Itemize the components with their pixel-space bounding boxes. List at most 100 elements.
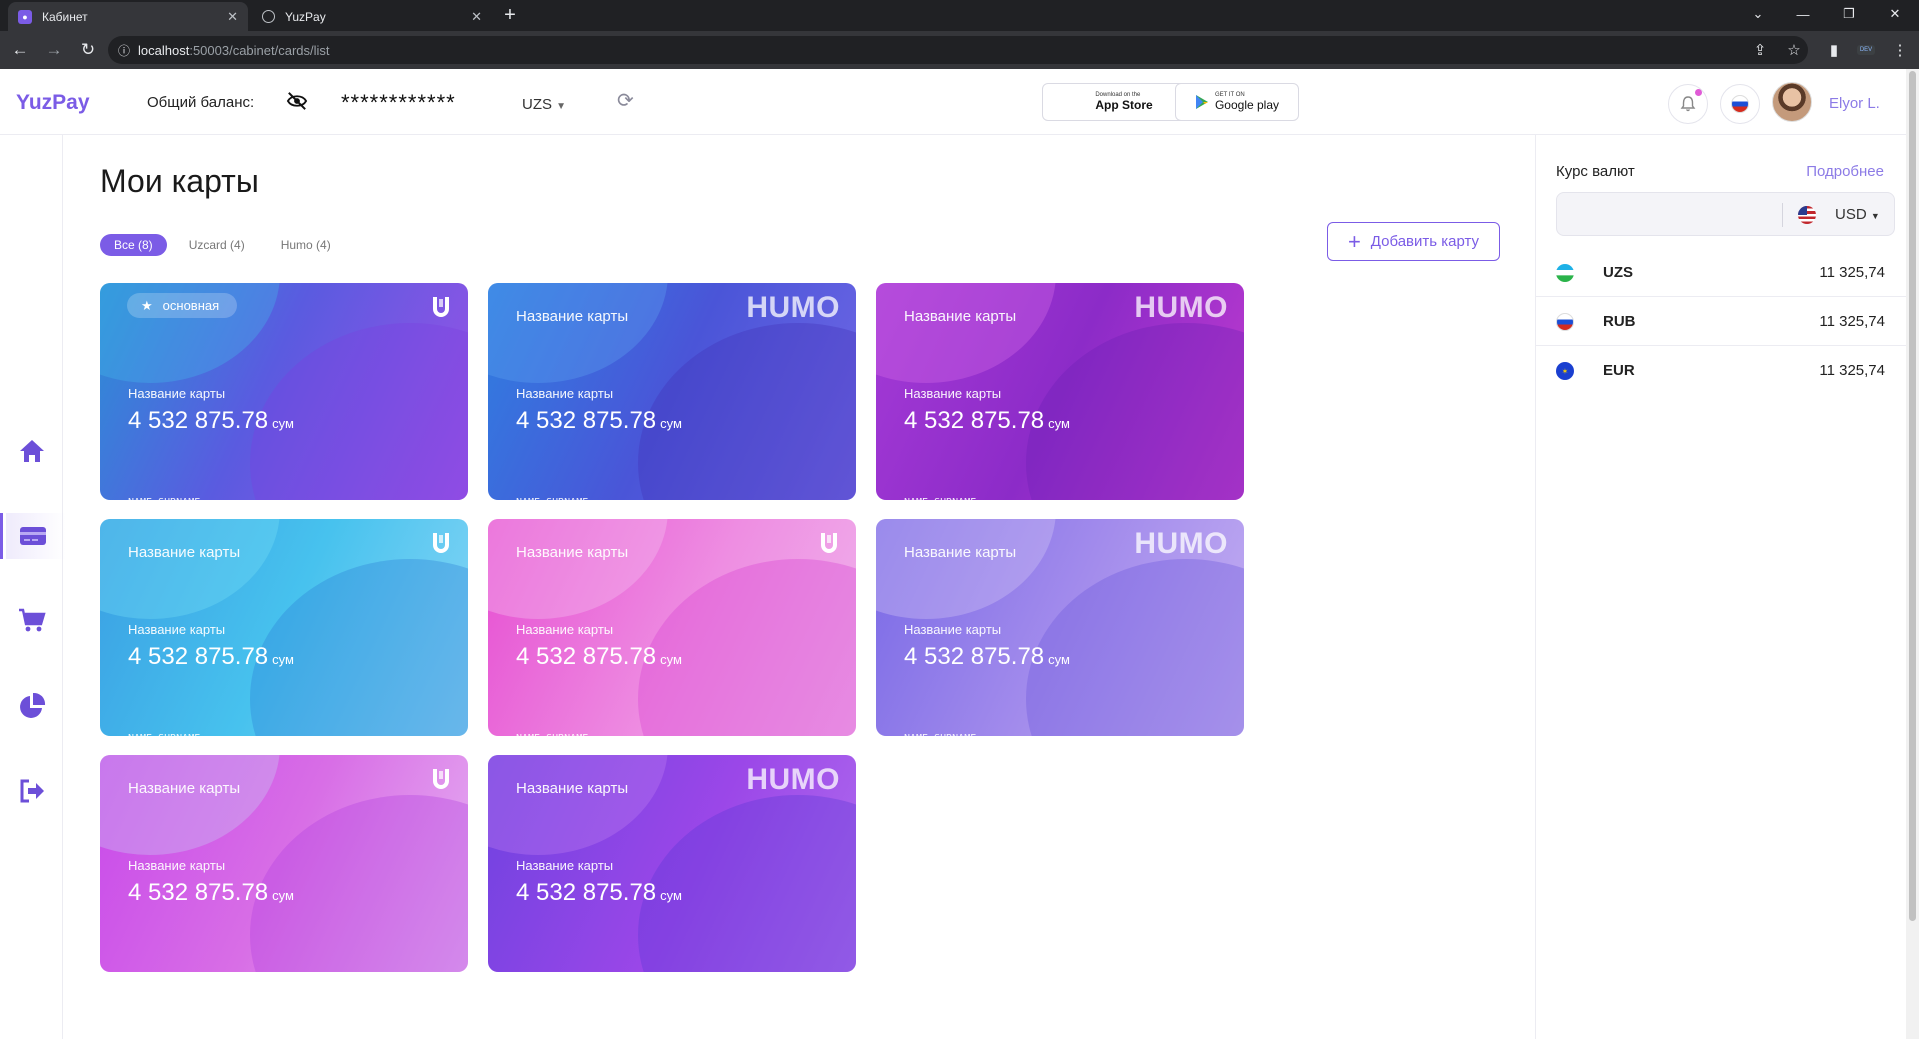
card-item[interactable]: Название карты HUMO Название карты 4 532 87… bbox=[876, 283, 1244, 500]
card-amount: 4 532 875.78 bbox=[128, 643, 269, 670]
refresh-icon[interactable]: ⟳ bbox=[617, 88, 634, 113]
filter-uzcard[interactable]: Uzcard (4) bbox=[175, 234, 259, 256]
card-icon bbox=[20, 527, 46, 545]
browser-menu-icon[interactable]: ⋮ bbox=[1886, 31, 1914, 69]
notifications-button[interactable] bbox=[1668, 84, 1708, 124]
app-store-large: App Store bbox=[1095, 98, 1153, 112]
rate-value: 11 325,74 bbox=[1819, 362, 1885, 379]
address-bar[interactable]: ⓘ localhost:50003/cabinet/cards/list bbox=[108, 36, 1808, 64]
filter-all[interactable]: Все (8) bbox=[100, 234, 167, 256]
user-name[interactable]: Elyor L. bbox=[1829, 95, 1880, 112]
card-currency: сум bbox=[1048, 416, 1070, 431]
rate-code: RUB bbox=[1603, 313, 1636, 330]
dev-profile-badge[interactable]: DEV bbox=[1852, 31, 1880, 69]
google-play-button[interactable]: GET IT ON Google play bbox=[1175, 83, 1299, 121]
card-name: Название карты bbox=[516, 544, 629, 561]
url-path: :50003/cabinet/cards/list bbox=[189, 42, 330, 58]
rates-title: Курс валют bbox=[1556, 163, 1635, 180]
tab-title: YuzPay bbox=[285, 9, 326, 24]
input-separator bbox=[1782, 203, 1783, 227]
card-item[interactable]: Название карты Название карты 4 532 875.78… bbox=[488, 519, 856, 736]
card-balance-label: Название карты bbox=[128, 386, 226, 401]
card-currency: сум bbox=[1048, 652, 1070, 667]
avatar[interactable] bbox=[1772, 82, 1812, 122]
card-currency: сум bbox=[272, 888, 294, 903]
eu-flag-icon: ✶ bbox=[1556, 362, 1574, 380]
card-amount: 4 532 875.78 bbox=[128, 407, 269, 434]
language-button[interactable] bbox=[1720, 84, 1760, 124]
card-currency: сум bbox=[660, 888, 682, 903]
close-icon[interactable]: ✕ bbox=[471, 9, 482, 25]
scrollbar-thumb[interactable] bbox=[1909, 71, 1916, 921]
card-balance: 4 532 875.78 сум bbox=[128, 879, 294, 907]
currency-dropdown[interactable]: UZS ▼ bbox=[522, 96, 566, 113]
restore-button[interactable]: ❐ bbox=[1827, 0, 1871, 28]
minimize-button[interactable]: — bbox=[1781, 0, 1825, 28]
rate-row: UZS 11 325,74 bbox=[1536, 248, 1907, 297]
browser-tab-yuzpay[interactable]: YuzPay ✕ bbox=[252, 2, 492, 31]
amount-input[interactable]: USD ▼ bbox=[1556, 192, 1895, 236]
sidebar bbox=[0, 135, 66, 1039]
tab-search-icon[interactable]: ⌄ bbox=[1736, 0, 1780, 28]
reload-icon[interactable]: ↻ bbox=[74, 36, 102, 64]
caret-down-icon: ▼ bbox=[1870, 211, 1880, 221]
uzcard-logo-icon bbox=[821, 533, 837, 553]
card-amount: 4 532 875.78 bbox=[904, 643, 1045, 670]
side-panel-icon[interactable]: ▮ bbox=[1820, 31, 1848, 69]
rate-code: EUR bbox=[1603, 362, 1635, 379]
main-content: Мои карты Все (8) Uzcard (4) Humo (4) + … bbox=[63, 135, 1534, 1039]
uzbekistan-flag-icon bbox=[1556, 264, 1574, 282]
card-item[interactable]: Название карты HUMO Название карты 4 532 87… bbox=[488, 283, 856, 500]
bookmark-star-icon[interactable]: ☆ bbox=[1780, 31, 1808, 69]
card-item[interactable]: ★ основная Название карты 4 532 875.78сум NA… bbox=[100, 283, 468, 500]
google-play-icon bbox=[1195, 95, 1208, 109]
plus-icon: + bbox=[1347, 228, 1361, 254]
card-balance: 4 532 875.78 сум bbox=[516, 643, 682, 671]
sidebar-item-cards[interactable] bbox=[0, 513, 66, 559]
card-item[interactable]: Название карты Название карты 4 532 875.78… bbox=[100, 519, 468, 736]
sidebar-item-stats[interactable] bbox=[0, 683, 63, 729]
currency-select[interactable]: USD ▼ bbox=[1835, 206, 1880, 223]
back-icon[interactable]: ← bbox=[6, 36, 34, 64]
card-name: Название карты bbox=[516, 780, 629, 797]
page-scrollbar[interactable] bbox=[1906, 69, 1919, 1039]
card-currency: сум bbox=[660, 416, 682, 431]
sidebar-item-logout[interactable] bbox=[0, 768, 63, 814]
rate-row: RUB 11 325,74 bbox=[1536, 297, 1907, 346]
card-balance: 4 532 875.78 сум bbox=[904, 407, 1070, 435]
card-item[interactable]: Название карты HUMO Название карты 4 532 87… bbox=[488, 755, 856, 972]
card-balance: 4 532 875.78 сум bbox=[128, 407, 294, 435]
card-balance: 4 532 875.78 сум bbox=[516, 879, 682, 907]
info-icon[interactable]: ⓘ bbox=[118, 42, 130, 59]
page-title: Мои карты bbox=[100, 163, 259, 199]
card-name: Название карты bbox=[904, 308, 1017, 325]
close-window-button[interactable]: ✕ bbox=[1873, 0, 1917, 28]
new-tab-button[interactable]: + bbox=[497, 2, 523, 28]
card-item[interactable]: Название карты HUMO Название карты 4 532 87… bbox=[876, 519, 1244, 736]
card-balance-label: Название карты bbox=[904, 386, 1002, 401]
app-favicon-icon: ● bbox=[18, 9, 32, 24]
forward-icon[interactable]: → bbox=[40, 36, 68, 64]
rates-more-link[interactable]: Подробнее bbox=[1806, 163, 1884, 180]
uzcard-logo-icon bbox=[433, 297, 449, 317]
add-card-button[interactable]: + Добавить карту bbox=[1327, 222, 1500, 261]
browser-chrome: ● Кабинет ✕ YuzPay ✕ + ⌄ — ❐ ✕ ← → ↻ ⓘ l… bbox=[0, 0, 1919, 69]
tab-strip: ● Кабинет ✕ YuzPay ✕ + ⌄ — ❐ ✕ bbox=[0, 0, 1919, 31]
logout-icon bbox=[20, 779, 44, 803]
filter-humo[interactable]: Humo (4) bbox=[267, 234, 345, 256]
rate-value: 11 325,74 bbox=[1819, 264, 1885, 281]
share-icon[interactable]: ⇪ bbox=[1746, 31, 1774, 69]
sidebar-item-home[interactable] bbox=[0, 428, 63, 474]
balance-label: Общий баланс: bbox=[147, 94, 255, 111]
badge-label: основная bbox=[162, 298, 220, 313]
logo[interactable]: YuzPay bbox=[16, 91, 90, 115]
star-icon: ★ bbox=[141, 297, 153, 313]
rate-row: ✶ EUR 11 325,74 bbox=[1536, 346, 1907, 395]
browser-tab-cabinet[interactable]: ● Кабинет ✕ bbox=[8, 2, 248, 31]
notification-dot bbox=[1695, 89, 1702, 96]
bell-icon bbox=[1680, 96, 1696, 112]
eye-slash-icon[interactable] bbox=[286, 91, 308, 111]
card-item[interactable]: Название карты Название карты 4 532 875.78… bbox=[100, 755, 468, 972]
sidebar-item-shop[interactable] bbox=[0, 598, 63, 644]
close-icon[interactable]: ✕ bbox=[227, 9, 238, 25]
